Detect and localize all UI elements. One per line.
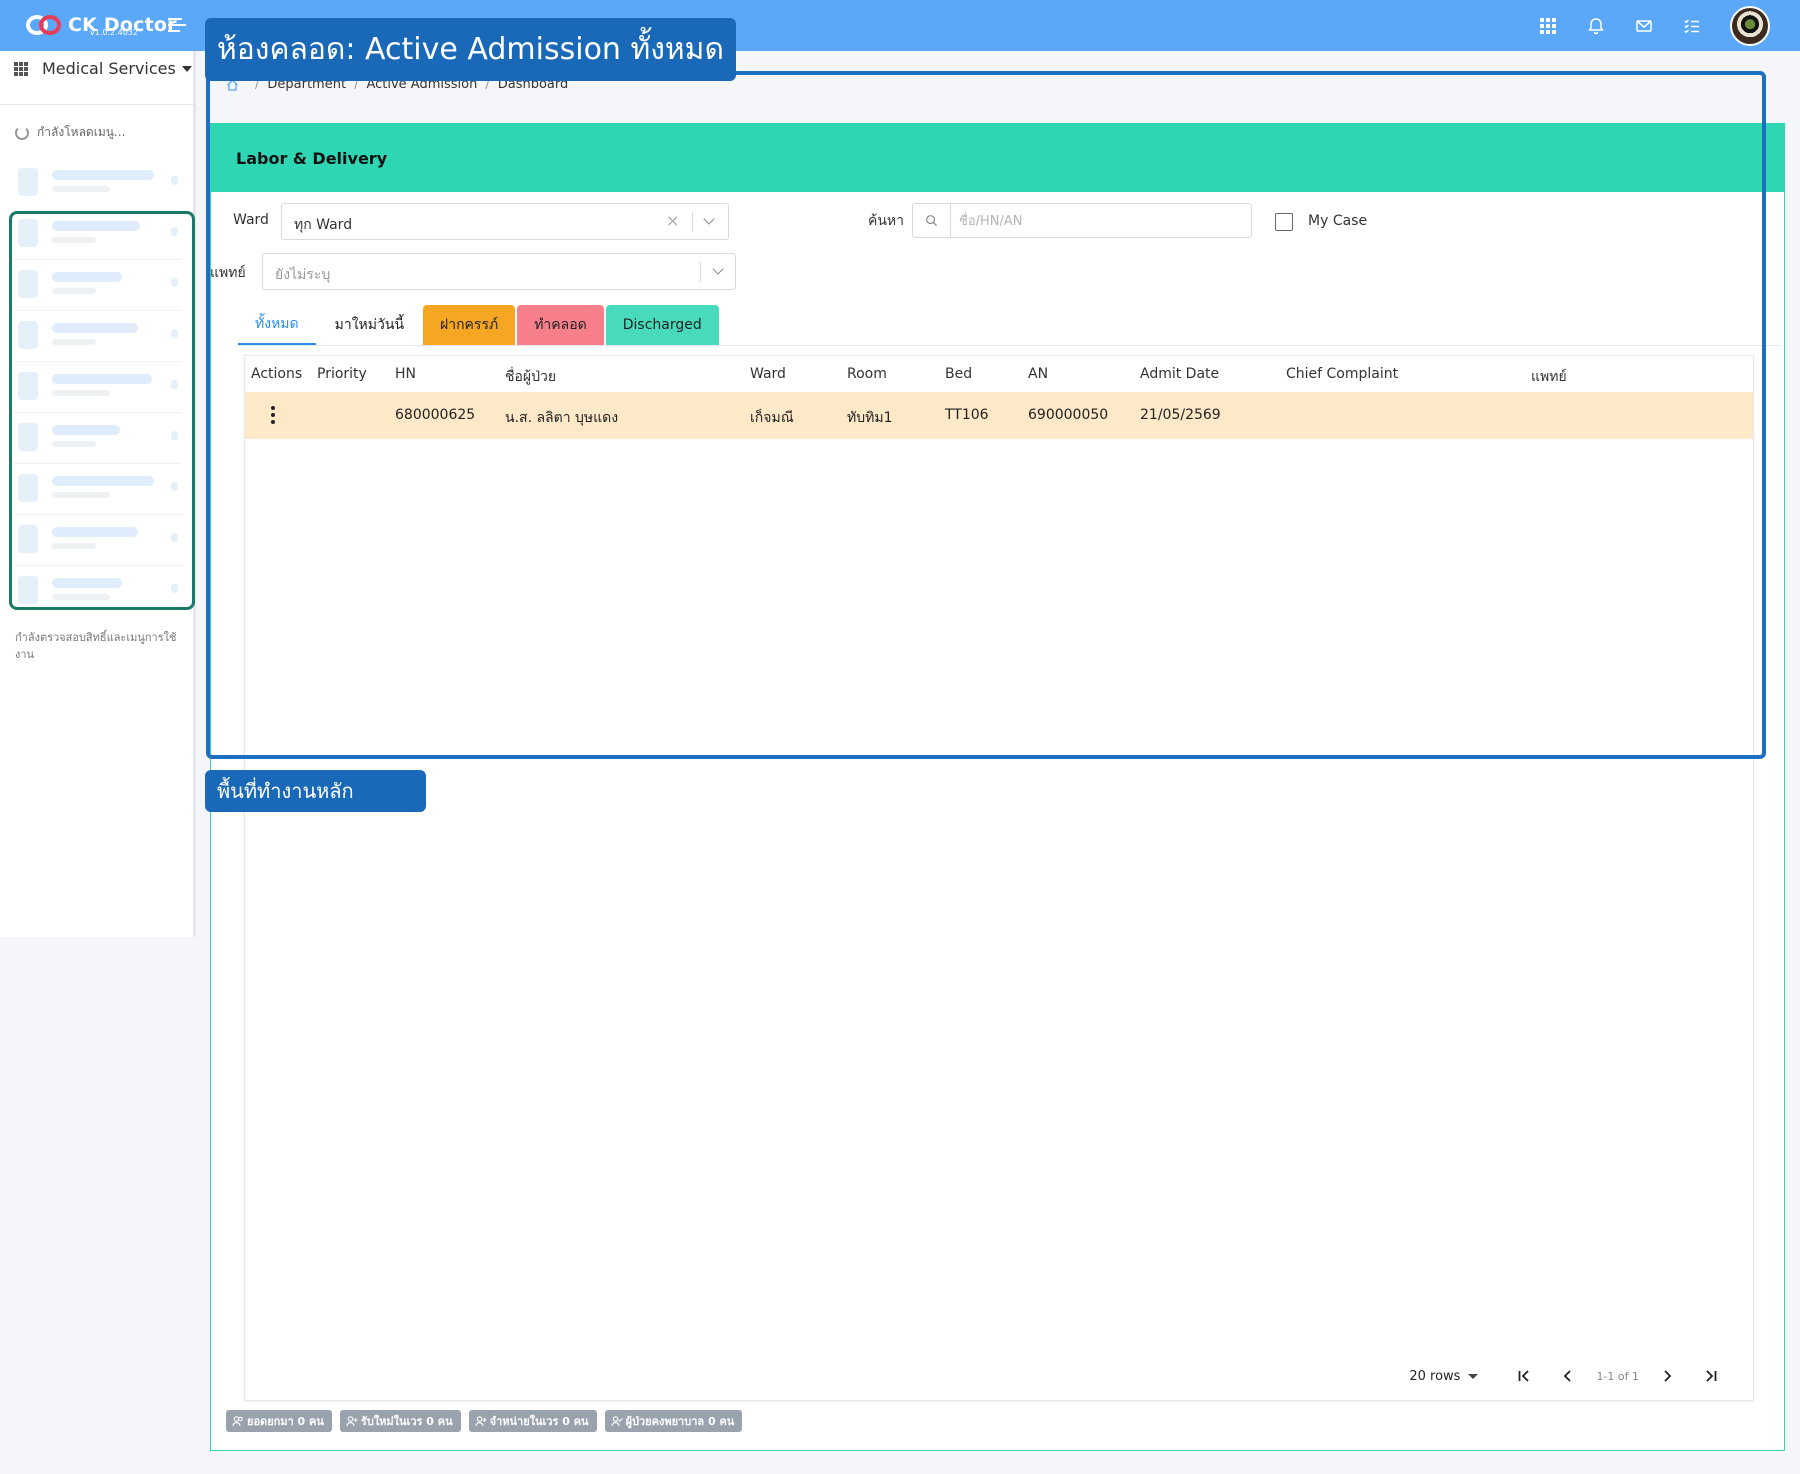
mail-icon[interactable] bbox=[1634, 16, 1654, 36]
caret-down-icon[interactable] bbox=[1468, 1373, 1479, 1379]
user-plus-icon bbox=[346, 1416, 358, 1427]
user-plus-icon bbox=[475, 1416, 487, 1427]
page-info: 1-1 of 1 bbox=[1596, 1369, 1639, 1383]
next-page-icon[interactable] bbox=[1657, 1366, 1677, 1386]
menu-toggle-icon[interactable] bbox=[168, 18, 186, 34]
task-list-icon[interactable] bbox=[1682, 16, 1702, 36]
menu-loading-text: กำลังโหลดเมนู... bbox=[37, 125, 126, 139]
bell-icon[interactable] bbox=[1586, 16, 1606, 36]
users-icon bbox=[232, 1416, 243, 1427]
ck-logo-icon bbox=[26, 12, 62, 38]
app-version: v1.0.2.4032 bbox=[90, 28, 138, 37]
service-selector-label: Medical Services bbox=[42, 59, 176, 78]
badge-admitted-in-shift: รับใหม่ในเวร 0 คน bbox=[339, 1410, 461, 1432]
badge-remaining-patients: ผู้ป่วยคงพยาบาล 0 คน bbox=[604, 1410, 743, 1432]
caret-down-icon bbox=[181, 65, 192, 72]
shift-summary-badges: ยอดยกมา 0 คน รับใหม่ในเวร 0 คน จำหน่ายใน… bbox=[226, 1410, 750, 1432]
divider bbox=[0, 104, 196, 105]
user-avatar[interactable] bbox=[1730, 5, 1770, 46]
apps-grid-icon[interactable] bbox=[1538, 16, 1558, 36]
pagination: 20 rows 1-1 of 1 bbox=[1409, 1366, 1733, 1386]
annotation-workspace-label: พื้นที่ทำงานหลัก bbox=[205, 770, 426, 812]
permission-check-text: กำลังตรวจสอบสิทธิ์และเมนูการใช้งาน bbox=[15, 631, 177, 661]
badge-carried-over: ยอดยกมา 0 คน bbox=[226, 1410, 332, 1432]
user-check-icon bbox=[611, 1416, 623, 1427]
spinner-icon bbox=[15, 125, 29, 140]
service-selector[interactable]: Medical Services bbox=[14, 59, 192, 78]
sidebar-skeleton-highlight bbox=[9, 211, 195, 610]
annotation-region-title: ห้องคลอด: Active Admission ทั้งหมด bbox=[205, 18, 736, 81]
badge-discharged-in-shift: จำหน่ายในเวร 0 คน bbox=[468, 1410, 597, 1432]
rows-per-page[interactable]: 20 rows bbox=[1409, 1369, 1460, 1384]
last-page-icon[interactable] bbox=[1701, 1366, 1721, 1386]
annotation-region-box bbox=[206, 71, 1766, 759]
first-page-icon[interactable] bbox=[1514, 1366, 1534, 1386]
prev-page-icon[interactable] bbox=[1558, 1366, 1578, 1386]
grid-icon bbox=[14, 61, 28, 76]
menu-loading: กำลังโหลดเมนู... bbox=[15, 123, 125, 142]
skeleton-menu-item bbox=[18, 168, 178, 198]
